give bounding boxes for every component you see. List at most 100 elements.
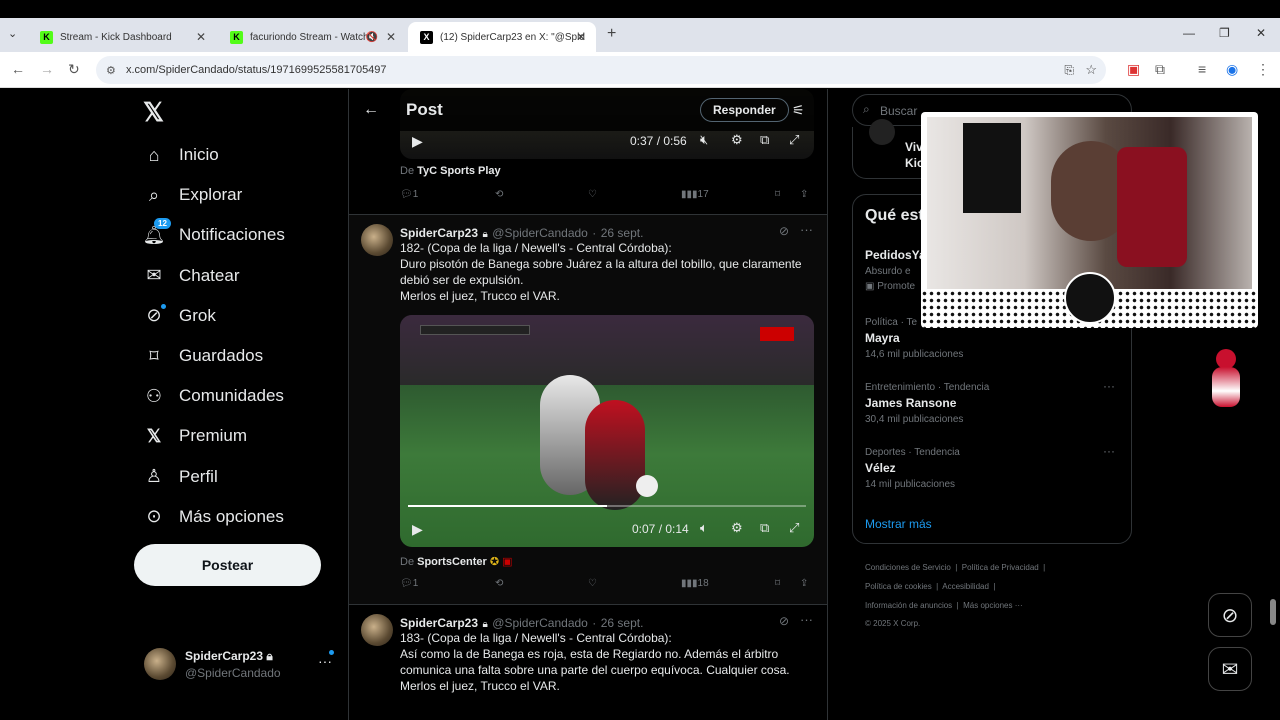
profile-icon[interactable]: ◉ [1226,61,1238,78]
play-icon[interactable]: ▶ [412,133,423,150]
avatar[interactable] [361,614,393,646]
grok-icon[interactable]: ⊘ [779,614,789,628]
webcam-overlay [921,112,1258,328]
more-dots-icon[interactable]: ··· [1103,444,1115,458]
tweet-text: 182- (Copa de la liga / Newell's - Centr… [400,241,802,303]
like-icon[interactable]: ♡ [588,189,597,200]
grok-icon: ⊘ [1221,604,1239,627]
views-icon[interactable]: ▮▮▮ 17 [681,189,709,200]
messages-float-button[interactable]: ✉ [1208,647,1252,691]
pip-icon[interactable]: ⧉ [760,520,769,536]
like-icon[interactable]: ♡ [588,578,597,589]
settings-gear-icon[interactable]: ⚙ [731,132,743,148]
mute-icon[interactable]: 🔇︎ [700,132,708,148]
close-tab-icon[interactable]: ✕ [576,30,586,44]
tab-search-icon[interactable]: ⌄ [8,27,17,40]
pip-icon[interactable]: ⧉ [760,132,769,148]
player-figure [585,400,645,510]
sidebar-item-grok[interactable]: ⊘ Grok [134,296,334,336]
bookmark-icon[interactable]: ⌑ [775,578,780,589]
tab-title: (12) SpiderCarp23 en X: "@Spid [440,31,585,43]
sidebar-item-explorar[interactable]: ⌕ Explorar [134,175,334,215]
tab-kick-dashboard[interactable]: K Stream - Kick Dashboard ✕ [28,22,216,52]
more-dots-icon[interactable]: ··· [1103,379,1115,393]
grok-icon: ⊘ [143,303,166,327]
progress-track[interactable] [408,505,806,507]
account-switcher[interactable]: SpiderCarp23 🔒︎ @SpiderCandado ··· [134,644,339,684]
x-logo-icon[interactable]: 𝕏 [143,97,164,128]
sidebar-item-notificaciones[interactable]: 🔔︎ 12 Notificaciones [134,215,334,255]
sidebar-item-guardados[interactable]: ⌑ Guardados [134,336,334,376]
sidebar-item-comunidades[interactable]: ⚇ Comunidades [134,376,334,416]
url-field[interactable]: ⚙ x.com/SpiderCandado/status/19716995255… [96,56,1106,84]
footer-link[interactable]: Accesibilidad [942,582,989,591]
filter-settings-icon[interactable]: ⚟ [792,102,805,119]
sidebar-item-mas-opciones[interactable]: ⊙ Más opciones [134,497,334,537]
scrollbar-thumb[interactable] [1270,599,1276,625]
reply-icon[interactable]: 💬︎ 1 [400,578,418,589]
sidebar-item-premium[interactable]: 𝕏 Premium [134,416,334,456]
video-player[interactable]: ▶ 0:07 / 0:14 🔈︎ ⚙ ⧉ ⤢ [400,315,814,547]
search-icon: ⌕ [148,184,160,205]
close-tab-icon[interactable]: ✕ [386,30,396,44]
muted-speaker-icon[interactable]: 🔇 [366,32,378,43]
volume-icon[interactable]: 🔈︎ [700,520,708,536]
settings-gear-icon[interactable]: ⚙ [731,520,743,536]
tweet-183[interactable]: SpiderCarp23 🔒︎ @SpiderCandado · 26 sept… [349,605,827,720]
progress-fill [408,505,607,507]
tweet-182[interactable]: SpiderCarp23 🔒︎ @SpiderCandado · 26 sept… [349,215,827,604]
show-more-link[interactable]: Mostrar más [865,517,932,531]
x-logo-icon: 𝕏 [146,425,162,446]
trend-item[interactable]: Deportes · Tendencia Vélez 14 mil public… [865,444,1125,490]
sidebar-item-label: Inicio [179,145,219,165]
reload-icon[interactable]: ↻ [68,61,80,78]
trend-item[interactable]: Entretenimiento · Tendencia James Ranson… [865,379,1125,425]
fullscreen-icon[interactable]: ⤢ [789,520,799,536]
retweet-icon[interactable]: ⟲ [495,578,503,589]
post-button[interactable]: Postear [134,544,321,586]
more-dots-icon[interactable]: ··· [318,653,332,669]
restore-icon[interactable]: ❐ [1219,26,1230,40]
install-app-icon[interactable]: ⎘ [1064,63,1074,78]
share-icon[interactable]: ⇪ [800,578,808,589]
extensions-puzzle-icon[interactable]: ⧉ [1155,61,1165,78]
close-tab-icon[interactable]: ✕ [196,30,206,44]
bookmark-icon[interactable]: ⌑ [775,189,780,200]
footer-link[interactable]: Condiciones de Servicio [865,563,951,572]
footer-link[interactable]: Política de cookies [865,582,932,591]
tab-x-post[interactable]: X (12) SpiderCarp23 en X: "@Spid ✕ [408,22,596,52]
sidebar-item-label: Premium [179,426,248,446]
play-icon[interactable]: ▶ [412,521,423,538]
more-dots-icon[interactable]: ··· [800,612,813,627]
bookmark-star-icon[interactable]: ☆ [1085,62,1097,78]
sidebar-item-perfil[interactable]: ♙ Perfil [134,457,334,497]
share-icon[interactable]: ⇪ [800,189,808,200]
back-arrow-icon[interactable]: ← [363,101,379,119]
footer-link[interactable]: Más opciones ··· [963,601,1023,610]
media-control-icon[interactable]: ≡ [1198,61,1206,77]
close-window-icon[interactable]: ✕ [1256,26,1266,40]
grok-icon[interactable]: ⊘ [779,224,789,238]
lock-icon: 🔒︎ [266,649,273,663]
retweet-icon[interactable]: ⟲ [495,189,503,200]
more-dots-icon[interactable]: ··· [800,222,813,237]
reply-button[interactable]: Responder [700,98,789,122]
tab-kick-watch[interactable]: K facuriondo Stream - Watch 🔇 ✕ [218,22,406,52]
video-time: 0:07 / 0:14 [632,522,689,536]
footer-link[interactable]: Política de Privacidad [962,563,1039,572]
extension-red-icon[interactable]: ▣ [1127,61,1140,78]
forward-arrow-icon[interactable]: → [40,61,54,77]
sidebar-item-inicio[interactable]: ⌂ Inicio [134,135,334,175]
new-tab-icon[interactable]: + [607,25,616,43]
minimize-icon[interactable]: — [1183,26,1195,40]
sidebar-item-chatear[interactable]: ✉ Chatear [134,256,334,296]
browser-menu-icon[interactable]: ⋮ [1256,61,1270,78]
back-arrow-icon[interactable]: ← [11,61,25,77]
fullscreen-icon[interactable]: ⤢ [789,132,799,148]
site-info-icon[interactable]: ⚙ [106,64,116,77]
views-icon[interactable]: ▮▮▮ 18 [681,578,709,589]
grok-float-button[interactable]: ⊘ [1208,593,1252,637]
avatar[interactable] [361,224,393,256]
footer-link[interactable]: Información de anuncios [865,601,952,610]
reply-icon[interactable]: 💬︎ 1 [400,189,418,200]
